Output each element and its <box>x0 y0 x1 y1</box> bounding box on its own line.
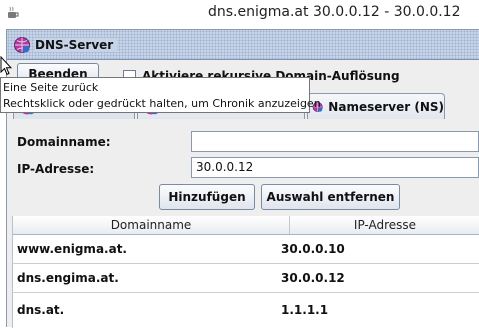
cell-ip: 1.1.1.1 <box>281 303 329 317</box>
java-cup-icon <box>8 6 19 18</box>
tooltip-line-2: Rechtsklick oder gedrückt halten, um Chr… <box>3 97 321 110</box>
back-button-tooltip: Eine Seite zurück Rechtsklick oder gedrü… <box>0 77 321 113</box>
table-row[interactable]: dns.engima.at. 30.0.0.12 <box>13 264 479 293</box>
frame-title: DNS-Server <box>35 38 118 52</box>
cell-domain: dns.at. <box>17 303 65 317</box>
ip-address-input[interactable]: 30.0.0.12 <box>191 157 479 178</box>
column-header-ip[interactable]: IP-Adresse <box>290 216 479 234</box>
ip-address-label: IP-Adresse: <box>17 162 95 176</box>
cell-domain: www.enigma.at. <box>17 242 127 256</box>
cell-domain: dns.engima.at. <box>17 271 119 285</box>
column-header-domain[interactable]: Domainname <box>13 216 290 234</box>
dns-globe-icon <box>14 37 30 53</box>
remove-selection-button[interactable]: Auswahl entfernen <box>261 184 400 210</box>
domain-name-label: Domainname: <box>17 135 111 149</box>
domain-name-input[interactable] <box>191 131 479 152</box>
table-header: Domainname IP-Adresse <box>13 216 479 235</box>
table-row[interactable]: www.enigma.at. 30.0.0.10 <box>13 235 479 264</box>
window-titlebar: dns.enigma.at 30.0.0.12 - 30.0.0.12 <box>0 0 479 29</box>
mouse-pointer-icon <box>0 56 12 76</box>
add-button[interactable]: Hinzufügen <box>159 184 255 210</box>
window-title: dns.enigma.at 30.0.0.12 - 30.0.0.12 <box>208 4 461 20</box>
cell-ip: 30.0.0.10 <box>281 242 345 256</box>
tooltip-line-1: Eine Seite zurück <box>3 81 99 94</box>
tab-nameserver-label: Nameserver (NS) <box>328 99 444 114</box>
records-table: Domainname IP-Adresse www.enigma.at. 30.… <box>12 216 479 328</box>
table-row[interactable]: dns.at. 1.1.1.1 <box>13 296 479 325</box>
cell-ip: 30.0.0.12 <box>281 271 345 285</box>
tab-nameserver[interactable]: Nameserver (NS) <box>307 93 445 119</box>
internal-frame-titlebar[interactable]: DNS-Server <box>7 30 479 60</box>
